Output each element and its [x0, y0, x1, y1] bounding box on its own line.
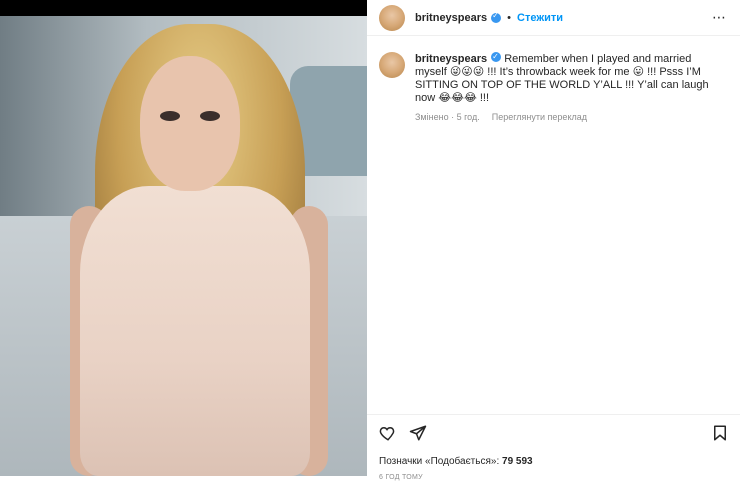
- author-username[interactable]: britneyspears: [415, 12, 487, 24]
- post-header: britneyspears • Стежити ⋯: [367, 0, 740, 36]
- meta-dot: ·: [448, 112, 457, 122]
- send-icon[interactable]: [409, 424, 427, 442]
- instagram-post-window: britneyspears • Стежити ⋯ britneyspears …: [0, 0, 740, 486]
- edited-label: Змінено: [415, 112, 449, 122]
- likes-count: 79 593: [502, 456, 533, 467]
- caption-meta: Змінено · 5 год. Переглянути переклад: [415, 112, 587, 122]
- photo-face: [140, 56, 240, 191]
- more-options-icon[interactable]: ⋯: [712, 9, 726, 26]
- caption-author-avatar[interactable]: [379, 52, 405, 78]
- post-timestamp: 6 ГОД ТОМУ: [379, 474, 423, 481]
- header-separator-dot: •: [507, 11, 512, 24]
- photo-dress: [80, 186, 310, 476]
- verified-badge-icon: [491, 11, 502, 23]
- likes-label: Позначки «Подобається»:: [379, 456, 500, 467]
- follow-button[interactable]: Стежити: [517, 12, 563, 24]
- post-photo[interactable]: [0, 16, 367, 476]
- actions-divider: [367, 414, 740, 415]
- see-translation-link[interactable]: Переглянути переклад: [492, 112, 587, 122]
- photo-eye-right: [200, 111, 220, 121]
- post-age: 5 год.: [456, 112, 480, 122]
- post-caption: britneyspears Remember when I played and…: [379, 50, 729, 105]
- author-avatar[interactable]: [379, 4, 405, 31]
- likes-summary[interactable]: Позначки «Подобається»: 79 593: [379, 456, 533, 467]
- post-actions: [379, 424, 729, 444]
- photo-eye-left: [160, 111, 180, 121]
- caption-username[interactable]: britneyspears: [415, 53, 487, 65]
- heart-icon[interactable]: [379, 424, 397, 442]
- caption-text-block: britneyspears Remember when I played and…: [415, 50, 715, 105]
- caption-verified-badge-icon: [491, 50, 502, 63]
- bookmark-icon[interactable]: [711, 424, 729, 442]
- post-side-panel: britneyspears • Стежити ⋯ britneyspears …: [367, 0, 740, 486]
